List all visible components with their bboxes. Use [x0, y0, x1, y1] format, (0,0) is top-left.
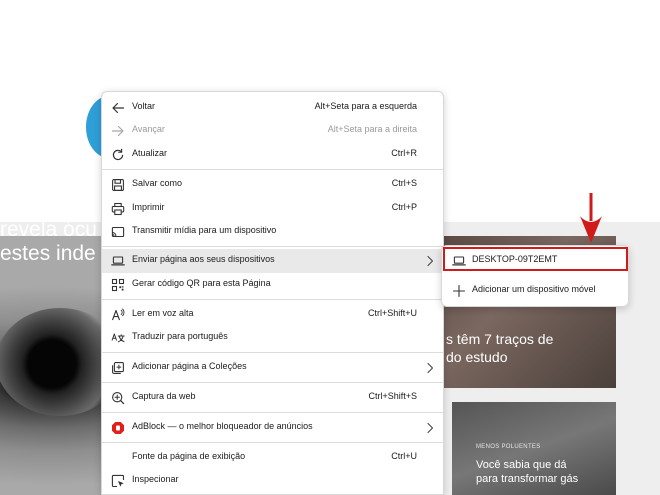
chevron-right-icon	[427, 362, 434, 374]
menu-item-label: Enviar página aos seus dispositivos	[132, 254, 275, 264]
cast-icon	[110, 224, 126, 240]
hero-headline-line1: revela ócu	[0, 218, 97, 241]
news-card-title-2[interactable]: Você sabia que dá para transformar gás	[476, 458, 616, 486]
menu-item-shortcut: Ctrl+P	[391, 202, 417, 212]
menu-item-shortcut: Ctrl+Shift+S	[368, 391, 417, 401]
menu-item-label: Traduzir para português	[132, 331, 228, 341]
save-icon	[110, 177, 126, 193]
qr-code-icon	[110, 277, 126, 293]
menu-item-label: Salvar como	[132, 178, 183, 188]
menu-item-web-capture[interactable]: Captura da web Ctrl+Shift+S	[102, 386, 443, 410]
inspect-icon	[110, 473, 126, 489]
menu-item-print[interactable]: Imprimir Ctrl+P	[102, 197, 443, 221]
menu-item-shortcut: Ctrl+Shift+U	[367, 308, 417, 318]
web-capture-icon	[110, 390, 126, 406]
menu-item-shortcut: Ctrl+U	[391, 451, 417, 461]
hero-news-tag: A	[2, 200, 9, 210]
translate-icon	[110, 330, 126, 346]
menu-item-shortcut: Ctrl+R	[391, 148, 417, 158]
menu-item-cast[interactable]: Transmitir mídia para um dispositivo	[102, 220, 443, 244]
plus-icon	[451, 283, 467, 299]
news-card-tag: MENOS POLUENTES	[476, 444, 541, 450]
menu-item-shortcut: Ctrl+S	[391, 178, 417, 188]
arrow-right-icon	[110, 123, 126, 139]
menu-item-label: Atualizar	[132, 148, 168, 158]
menu-separator	[102, 299, 443, 300]
submenu-item-label: DESKTOP-09T2EMT	[472, 254, 558, 264]
menu-item-label: Avançar	[132, 124, 165, 134]
menu-item-qr-code[interactable]: Gerar código QR para esta Página	[102, 273, 443, 297]
menu-item-label: Captura da web	[132, 391, 196, 401]
adblock-icon	[110, 420, 126, 436]
read-aloud-icon	[110, 307, 126, 323]
annotation-arrow-icon	[580, 193, 602, 243]
menu-item-shortcut: Alt+Seta para a direita	[327, 124, 417, 134]
menu-item-save-as[interactable]: Salvar como Ctrl+S	[102, 173, 443, 197]
refresh-icon	[110, 147, 126, 163]
submenu-item-label: Adicionar um dispositivo móvel	[472, 284, 596, 294]
submenu-item-add-mobile[interactable]: Adicionar um dispositivo móvel	[442, 279, 630, 303]
menu-item-refresh[interactable]: Atualizar Ctrl+R	[102, 143, 443, 167]
menu-item-inspect[interactable]: Inspecionar	[102, 469, 443, 493]
menu-separator	[102, 382, 443, 383]
menu-item-read-aloud[interactable]: Ler em voz alta Ctrl+Shift+U	[102, 303, 443, 327]
menu-item-adblock[interactable]: AdBlock — o melhor bloqueador de anúncio…	[102, 416, 443, 440]
menu-separator	[102, 352, 443, 353]
menu-item-translate[interactable]: Traduzir para português	[102, 326, 443, 350]
menu-item-label: Voltar	[132, 101, 156, 111]
menu-separator	[102, 412, 443, 413]
menu-item-label: AdBlock — o melhor bloqueador de anúncio…	[132, 421, 313, 431]
arrow-left-icon	[110, 100, 126, 116]
menu-item-label: Inspecionar	[132, 474, 179, 484]
menu-item-view-source[interactable]: Fonte da página de exibição Ctrl+U	[102, 446, 443, 470]
menu-item-label: Gerar código QR para esta Página	[132, 278, 271, 288]
menu-item-label: Fonte da página de exibição	[132, 451, 246, 461]
chevron-right-icon	[427, 422, 434, 434]
menu-item-label: Transmitir mídia para um dispositivo	[132, 225, 277, 235]
news-card-title[interactable]: s têm 7 traços de do estudo	[446, 330, 622, 366]
printer-icon	[110, 201, 126, 217]
send-to-devices-submenu: DESKTOP-09T2EMT Adicionar um dispositivo…	[441, 245, 629, 307]
menu-separator	[102, 246, 443, 247]
menu-item-send-to-devices[interactable]: Enviar página aos seus dispositivos	[102, 249, 443, 273]
menu-item-shortcut: Alt+Seta para a esquerda	[314, 101, 417, 111]
hero-news-headline[interactable]: revela ócu estes inde	[0, 218, 110, 266]
context-menu: Voltar Alt+Seta para a esquerda Avançar …	[101, 91, 444, 495]
hero-headline-line2: estes inde	[0, 242, 96, 265]
menu-item-forward[interactable]: Avançar Alt+Seta para a direita	[102, 119, 443, 143]
menu-item-back[interactable]: Voltar Alt+Seta para a esquerda	[102, 96, 443, 120]
laptop-icon	[110, 253, 126, 269]
menu-item-label: Ler em voz alta	[132, 308, 194, 318]
menu-item-label: Imprimir	[132, 202, 165, 212]
submenu-item-device[interactable]: DESKTOP-09T2EMT	[442, 249, 630, 273]
chevron-right-icon	[427, 255, 434, 267]
collections-icon	[110, 360, 126, 376]
menu-separator	[102, 442, 443, 443]
menu-separator	[102, 169, 443, 170]
menu-item-label: Adicionar página a Coleções	[132, 361, 247, 371]
laptop-icon	[451, 253, 467, 269]
menu-item-collections[interactable]: Adicionar página a Coleções	[102, 356, 443, 380]
